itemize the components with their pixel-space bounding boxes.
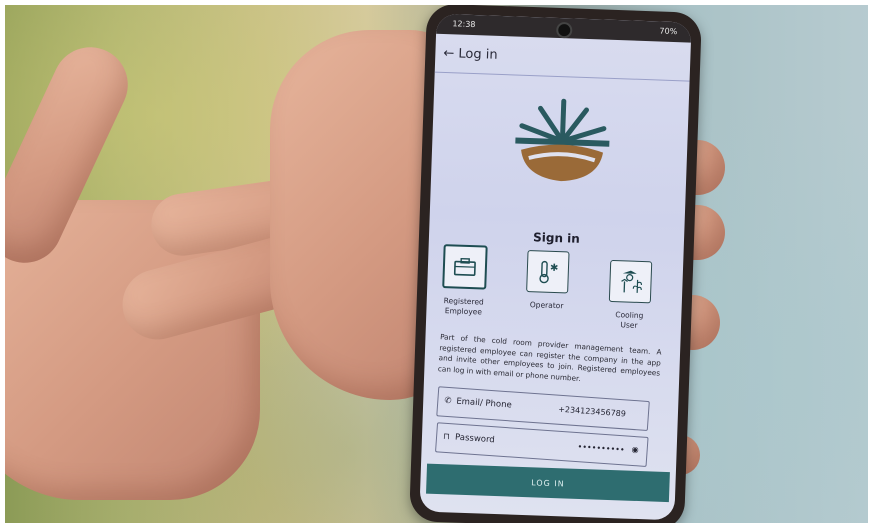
role-label-line1: Cooling [615, 310, 644, 321]
eye-icon[interactable]: ◉ [631, 445, 639, 454]
front-camera [555, 21, 573, 39]
role-registered-employee[interactable]: Registered Employee [428, 244, 500, 318]
role-label: Cooling User [594, 309, 665, 331]
role-label: Registered Employee [428, 296, 499, 318]
photo-background: 12:38 70% ← Log in Sign in Registered Em… [0, 0, 873, 528]
back-button[interactable]: ← Log in [443, 46, 498, 63]
role-operator[interactable]: ✱ Operator [511, 250, 583, 312]
smartphone: 12:38 70% ← Log in Sign in Registered Em… [409, 3, 702, 528]
password-value: •••••••••• [577, 442, 625, 455]
role-label-line1: Registered [443, 296, 484, 307]
phone-screen: 12:38 70% ← Log in Sign in Registered Em… [419, 13, 692, 521]
email-value: +234123456789 [557, 404, 627, 419]
role-label-line1: Operator [529, 300, 564, 311]
thermometer-snowflake-icon: ✱ [526, 250, 570, 294]
password-field[interactable]: ⊓ Password •••••••••• ◉ [435, 422, 649, 467]
farmer-plant-icon [608, 259, 653, 304]
role-label-line2: Employee [444, 306, 483, 317]
phone-icon: ✆ [444, 395, 452, 407]
status-time: 12:38 [452, 19, 476, 30]
app-header: ← Log in [434, 33, 691, 82]
status-battery: 70% [659, 26, 678, 37]
role-label-line2: User [620, 320, 638, 330]
svg-text:✱: ✱ [550, 263, 559, 274]
role-cooling-user[interactable]: Cooling User [594, 259, 666, 331]
role-label: Operator [511, 299, 581, 311]
email-label: Email/ Phone [455, 396, 513, 411]
role-description: Part of the cold room provider managemen… [437, 332, 662, 383]
briefcase-icon [442, 244, 488, 290]
lock-icon: ⊓ [442, 431, 451, 443]
app-logo [515, 98, 610, 182]
login-button[interactable]: LOG IN [426, 463, 670, 503]
password-label: Password [454, 432, 496, 446]
